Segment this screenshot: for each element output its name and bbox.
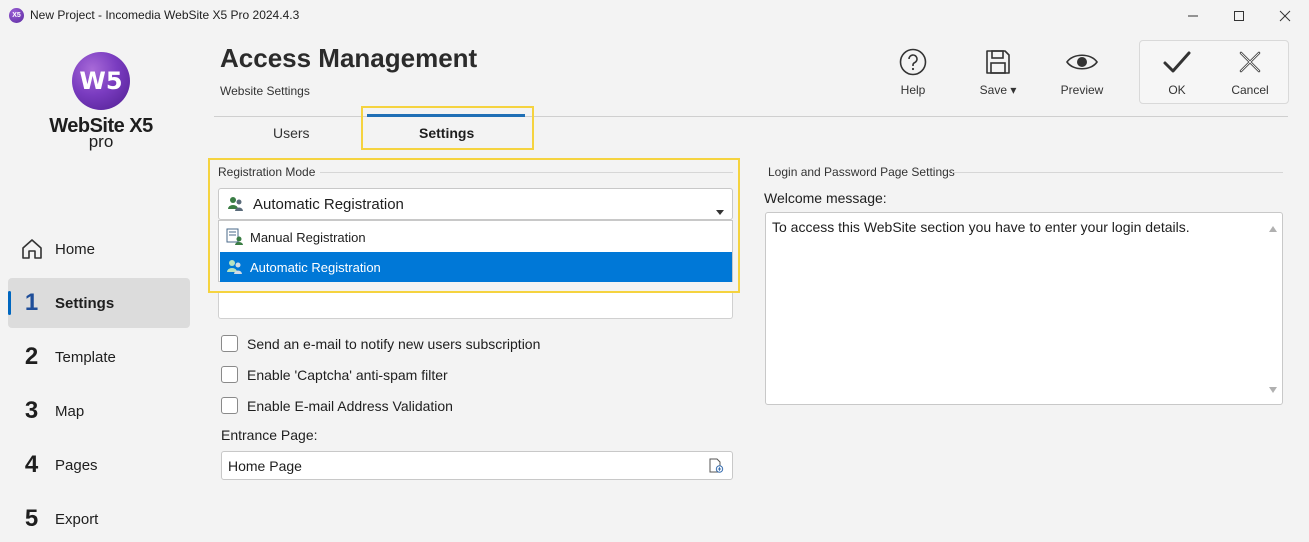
sidebar-item-settings[interactable]: 1 Settings — [8, 278, 190, 328]
page-title: Access Management — [220, 43, 478, 73]
group-divider — [952, 172, 1283, 173]
maximize-icon — [1234, 10, 1244, 21]
ok-label: OK — [1168, 83, 1186, 97]
help-label: Help — [900, 83, 926, 97]
checkbox[interactable] — [221, 335, 238, 352]
welcome-message-text: To access this WebSite section you have … — [772, 219, 1190, 235]
cancel-label: Cancel — [1231, 83, 1269, 97]
checkbox[interactable] — [221, 397, 238, 414]
minimize-button[interactable] — [1170, 0, 1216, 31]
close-button[interactable] — [1262, 0, 1308, 31]
sidebar-item-map[interactable]: 3 Map — [8, 386, 190, 436]
window-title: New Project - Incomedia WebSite X5 Pro 2… — [30, 8, 300, 22]
sidebar-item-template[interactable]: 2 Template — [8, 332, 190, 382]
hidden-field — [218, 293, 733, 319]
save-icon — [963, 45, 1033, 79]
app-icon: X5 — [9, 8, 24, 23]
eye-icon — [1047, 45, 1117, 79]
sidebar-item-label: Map — [55, 402, 85, 420]
scroll-down-icon[interactable] — [1269, 380, 1277, 398]
entrance-page-value: Home Page — [228, 457, 302, 474]
step-number: 1 — [24, 289, 39, 316]
home-icon — [8, 237, 55, 261]
sidebar-item-label: Settings — [55, 294, 115, 312]
captcha-checkbox[interactable]: Enable 'Captcha' anti-spam filter — [221, 366, 448, 383]
help-button[interactable]: Help — [878, 45, 948, 97]
logo-edition: pro — [88, 132, 114, 151]
page-subtitle: Website Settings — [220, 84, 310, 98]
sidebar-item-export[interactable]: 5 Export — [8, 494, 190, 542]
step-number: 4 — [24, 451, 39, 478]
checkbox-label: Enable 'Captcha' anti-spam filter — [247, 366, 448, 383]
checkbox[interactable] — [221, 366, 238, 383]
checkbox-label: Enable E-mail Address Validation — [247, 397, 453, 414]
check-icon — [1142, 45, 1212, 79]
entrance-page-label: Entrance Page: — [221, 427, 318, 443]
title-bar: X5 New Project - Incomedia WebSite X5 Pr… — [0, 0, 1309, 31]
email-validation-checkbox[interactable]: Enable E-mail Address Validation — [221, 397, 453, 414]
sidebar-item-label: Export — [55, 510, 99, 528]
sidebar-item-home[interactable]: Home — [8, 224, 190, 274]
cancel-icon — [1215, 45, 1285, 79]
tab-users[interactable]: Users — [273, 125, 310, 141]
welcome-message-textarea[interactable]: To access this WebSite section you have … — [765, 212, 1283, 405]
preview-button[interactable]: Preview — [1047, 45, 1117, 97]
step-number: 3 — [24, 397, 39, 424]
sidebar: W5 WebSite X5 pro Home 1 Settings 2 Temp… — [0, 31, 198, 542]
page-picker-icon[interactable] — [709, 458, 724, 479]
preview-label: Preview — [1060, 83, 1104, 97]
sidebar-item-pages[interactable]: 4 Pages — [8, 440, 190, 490]
active-indicator — [8, 291, 11, 315]
registration-highlight — [208, 158, 740, 293]
sidebar-item-label: Template — [55, 348, 116, 366]
close-icon — [1279, 10, 1291, 21]
login-settings-title: Login and Password Page Settings — [768, 165, 955, 179]
save-button[interactable]: Save ▾ — [963, 45, 1033, 97]
help-icon — [878, 45, 948, 79]
welcome-message-label: Welcome message: — [764, 190, 887, 206]
step-number: 2 — [24, 343, 39, 370]
logo-mark: W5 — [72, 52, 130, 110]
sidebar-item-label: Pages — [55, 456, 98, 474]
checkbox-label: Send an e-mail to notify new users subsc… — [247, 335, 541, 352]
ok-button[interactable]: OK — [1142, 45, 1212, 97]
entrance-page-field[interactable]: Home Page — [221, 451, 733, 480]
cancel-button[interactable]: Cancel — [1215, 45, 1285, 97]
sidebar-item-label: Home — [55, 240, 96, 258]
minimize-icon — [1188, 15, 1198, 16]
tab-highlight — [361, 106, 534, 150]
save-label: Save ▾ — [979, 83, 1017, 97]
step-number: 5 — [24, 505, 39, 532]
scroll-up-icon[interactable] — [1269, 219, 1277, 237]
notify-subscription-checkbox[interactable]: Send an e-mail to notify new users subsc… — [221, 335, 540, 352]
maximize-button[interactable] — [1216, 0, 1262, 31]
